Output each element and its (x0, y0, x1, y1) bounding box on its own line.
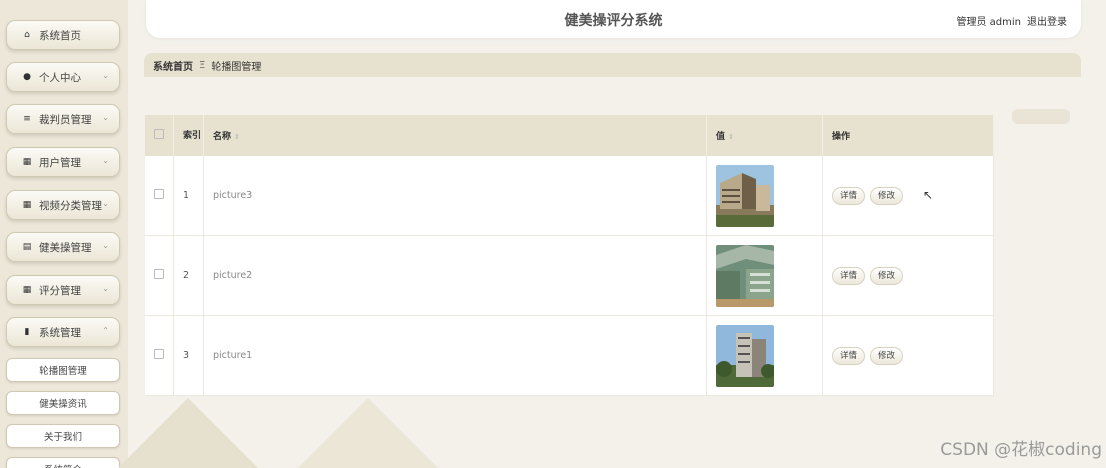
mouse-cursor-icon: ↖ (923, 188, 934, 202)
sidebar-item-scores[interactable]: ▦ 评分管理 ⌄ (6, 275, 120, 305)
sort-icon: ⇕ (728, 133, 734, 141)
chevron-down-icon: ⌄ (102, 156, 109, 165)
sidebar-item-label: 视频分类管理 (39, 199, 102, 212)
submenu-about[interactable]: 关于我们 (6, 424, 120, 448)
sidebar-item-profile[interactable]: ● 个人中心 ⌄ (6, 62, 120, 92)
row-image-cell (706, 156, 823, 236)
sidebar-item-label: 系统首页 (39, 29, 81, 42)
chevron-down-icon: ⌄ (102, 71, 109, 80)
row-image-cell (706, 315, 823, 396)
row-checkbox[interactable] (154, 349, 164, 359)
edit-button[interactable]: 修改 (870, 266, 904, 285)
sidebar-item-users[interactable]: ▦ 用户管理 ⌄ (6, 147, 120, 177)
logout-link[interactable]: 退出登录 (1027, 17, 1067, 28)
sidebar-item-home[interactable]: ⌂ 系统首页 (6, 20, 120, 50)
username: 管理员 admin (956, 17, 1021, 28)
main-area: 健美操评分系统 管理员 admin 退出登录 系统首页 Ξ 轮播图管理 索引 名称… (118, 0, 1106, 468)
background-decoration (118, 398, 258, 468)
sidebar: ⌂ 系统首页 ● 个人中心 ⌄ ≡ 裁判员管理 ⌄ ▦ 用户管理 ⌄ ▦ 视频分… (0, 0, 128, 468)
chevron-down-icon: ⌄ (102, 284, 109, 293)
column-name[interactable]: 名称 ⇕ (203, 115, 707, 156)
chevron-down-icon: ⌄ (102, 199, 109, 208)
sidebar-item-system[interactable]: ▮ 系统管理 ⌃ (6, 317, 120, 347)
grid-icon: ▦ (22, 285, 32, 295)
row-checkbox[interactable] (154, 189, 164, 199)
breadcrumb-current: 轮播图管理 (211, 61, 262, 73)
column-index: 索引 (173, 115, 204, 156)
detail-button[interactable]: 详情 (832, 346, 866, 365)
bar-chart-icon: ▮ (24, 327, 30, 337)
grid-icon: ▦ (22, 157, 32, 167)
user-icon: ● (23, 72, 31, 82)
carousel-table: 索引 名称 ⇕ 值 ⇕ 操作 1 picture3 详情 修改 2 pictur… (145, 115, 994, 396)
sort-icon: ⇕ (234, 133, 240, 141)
row-index: 1 (173, 156, 204, 236)
page-title: 健美操评分系统 (564, 13, 663, 29)
table-row: 3 picture1 详情 修改 (145, 315, 994, 396)
chevron-down-icon: ⌄ (102, 113, 109, 122)
sidebar-item-label: 系统管理 (39, 326, 81, 339)
row-name: picture3 (203, 156, 707, 236)
building-photo-2[interactable] (716, 244, 774, 307)
row-index: 3 (173, 315, 204, 396)
building-photo-3[interactable] (716, 324, 774, 387)
row-image-cell (706, 235, 823, 316)
submenu-intro[interactable]: 系统简介 (6, 457, 120, 468)
sidebar-item-label: 裁判员管理 (39, 113, 92, 126)
breadcrumb-separator-icon: Ξ (199, 59, 206, 71)
header: 健美操评分系统 管理员 admin 退出登录 (146, 0, 1081, 38)
sidebar-item-aerobics[interactable]: ▤ 健美操管理 ⌄ (6, 232, 120, 262)
column-ops: 操作 (822, 115, 994, 156)
grid-icon: ▦ (22, 200, 32, 210)
chevron-down-icon: ⌄ (102, 241, 109, 250)
submenu-carousel[interactable]: 轮播图管理 (6, 358, 120, 382)
sidebar-item-referees[interactable]: ≡ 裁判员管理 ⌄ (6, 104, 120, 134)
select-all-checkbox[interactable] (154, 129, 164, 139)
sidebar-item-label: 个人中心 (39, 71, 81, 84)
breadcrumb: 系统首页 Ξ 轮播图管理 (144, 53, 1081, 77)
home-icon: ⌂ (24, 30, 30, 40)
side-toolbar-pill[interactable] (1012, 109, 1070, 124)
list-icon: ≡ (23, 114, 31, 124)
sidebar-item-label: 健美操管理 (39, 241, 92, 254)
submenu-news[interactable]: 健美操资讯 (6, 391, 120, 415)
building-photo-1[interactable] (716, 164, 774, 227)
row-actions: 详情 修改 (822, 315, 994, 396)
detail-button[interactable]: 详情 (832, 186, 866, 205)
sidebar-item-label: 用户管理 (39, 156, 81, 169)
row-actions: 详情 修改 (822, 156, 994, 236)
row-name: picture2 (203, 235, 707, 316)
edit-button[interactable]: 修改 (870, 186, 904, 205)
detail-button[interactable]: 详情 (832, 266, 866, 285)
edit-button[interactable]: 修改 (870, 346, 904, 365)
row-actions: 详情 修改 (822, 235, 994, 316)
row-name: picture1 (203, 315, 707, 396)
watermark: CSDN @花椒coding (940, 440, 1102, 460)
sidebar-item-label: 评分管理 (39, 284, 81, 297)
sidebar-item-video-categories[interactable]: ▦ 视频分类管理 ⌄ (6, 190, 120, 220)
row-checkbox[interactable] (154, 269, 164, 279)
chevron-up-icon: ⌃ (102, 326, 109, 335)
table-header-row: 索引 名称 ⇕ 值 ⇕ 操作 (145, 115, 994, 156)
column-value-label: 值 (716, 132, 726, 142)
column-name-label: 名称 (213, 132, 232, 142)
background-decoration (298, 398, 438, 468)
column-value[interactable]: 值 ⇕ (706, 115, 823, 156)
user-info: 管理员 admin 退出登录 (956, 13, 1067, 28)
row-select (145, 235, 174, 316)
table-row: 1 picture3 详情 修改 (145, 156, 994, 236)
breadcrumb-home[interactable]: 系统首页 (153, 58, 193, 73)
table-row: 2 picture2 详情 修改 (145, 235, 994, 316)
row-select (145, 315, 174, 396)
clipboard-icon: ▤ (22, 242, 32, 252)
select-all-header (145, 115, 174, 156)
row-select (145, 156, 174, 236)
row-index: 2 (173, 235, 204, 316)
